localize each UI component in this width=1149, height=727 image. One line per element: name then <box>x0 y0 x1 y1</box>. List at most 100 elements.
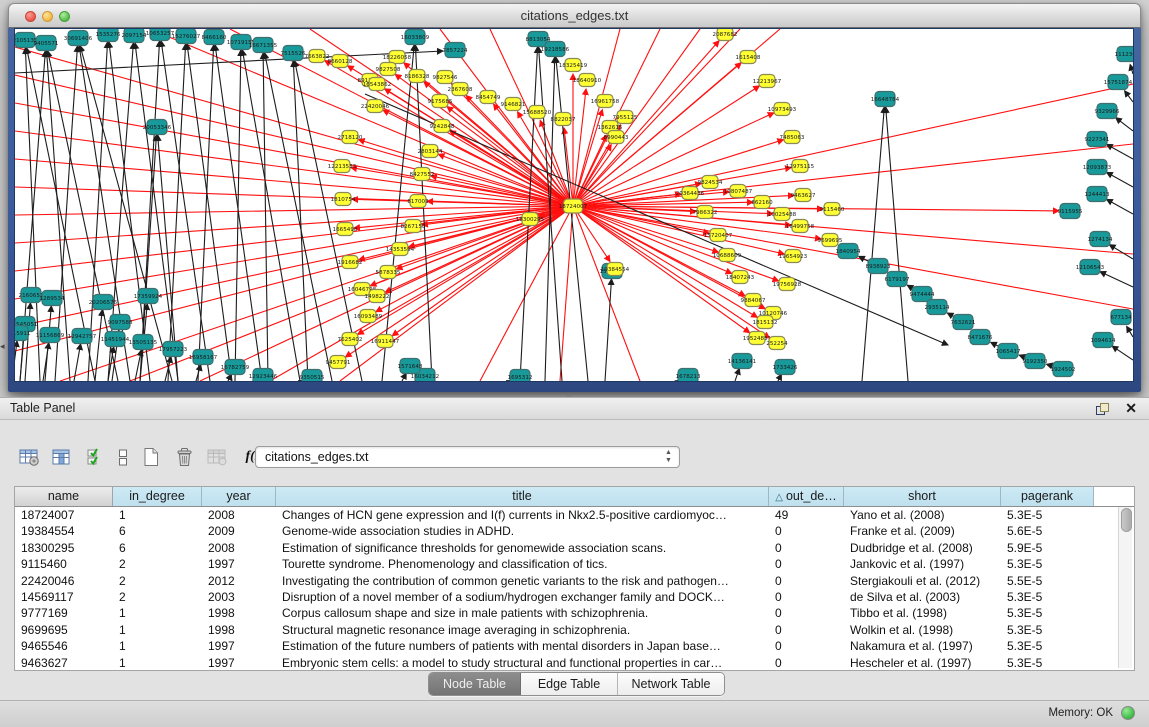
table-cell[interactable]: 9465546 <box>15 638 113 654</box>
left-splitter-arrow-icon[interactable]: ◂ <box>0 341 5 352</box>
table-cell[interactable]: 0 <box>769 556 844 572</box>
table-cell[interactable]: 1997 <box>202 655 276 671</box>
table-cell[interactable]: 1997 <box>202 638 276 654</box>
table-cell[interactable]: 9699695 <box>15 622 113 638</box>
table-row[interactable]: 1872400712008Changes of HCN gene express… <box>15 507 1134 523</box>
table-cell[interactable]: 5.3E-5 <box>1001 655 1094 671</box>
table-cell[interactable]: 19384554 <box>15 523 113 539</box>
table-cell[interactable]: 9463627 <box>15 655 113 671</box>
table-cell[interactable]: Yano et al. (2008) <box>844 507 1001 523</box>
table-cell[interactable]: 18300295 <box>15 540 113 556</box>
table-cell[interactable]: 0 <box>769 622 844 638</box>
table-cell[interactable]: 18724007 <box>15 507 113 523</box>
table-cell[interactable]: 2 <box>113 589 202 605</box>
tab-network-table[interactable]: Network Table <box>618 673 724 695</box>
row-height-icon[interactable] <box>117 447 129 467</box>
table-cell[interactable]: 0 <box>769 523 844 539</box>
table-vertical-scrollbar[interactable] <box>1118 507 1132 668</box>
close-panel-icon[interactable]: ✕ <box>1125 400 1137 417</box>
table-cell[interactable]: 1998 <box>202 622 276 638</box>
table-cell[interactable]: Dudbridge et al. (2008) <box>844 540 1001 556</box>
table-cell[interactable]: 1 <box>113 507 202 523</box>
table-cell[interactable]: 2008 <box>202 507 276 523</box>
table-cell[interactable]: 0 <box>769 573 844 589</box>
table-cell[interactable]: 5.3E-5 <box>1001 556 1094 572</box>
table-row[interactable]: 1830029562008Estimation of significance … <box>15 540 1134 556</box>
table-cell[interactable]: 1997 <box>202 556 276 572</box>
table-cell[interactable]: 6 <box>113 540 202 556</box>
table-selector-dropdown[interactable]: citations_edges.txt ▲▼ <box>255 446 680 468</box>
scrollbar-thumb[interactable] <box>1121 508 1132 532</box>
column-header-in_degree[interactable]: in_degree <box>113 487 202 506</box>
table-cell[interactable]: Jankovic et al. (1997) <box>844 556 1001 572</box>
table-cell[interactable]: Stergiakouli et al. (2012) <box>844 573 1001 589</box>
table-cell[interactable]: 2012 <box>202 573 276 589</box>
table-cell[interactable]: de Silva et al. (2003) <box>844 589 1001 605</box>
table-cell[interactable]: 0 <box>769 605 844 621</box>
table-cell[interactable]: 1 <box>113 655 202 671</box>
table-cell[interactable]: 5.6E-5 <box>1001 523 1094 539</box>
table-cell[interactable]: Franke et al. (2009) <box>844 523 1001 539</box>
table-row[interactable]: 2242004622012Investigating the contribut… <box>15 573 1134 589</box>
table-cell[interactable]: Estimation of significance thresholds fo… <box>276 540 769 556</box>
table-cell[interactable]: 49 <box>769 507 844 523</box>
table-row[interactable]: 977716911998Corpus callosum shape and si… <box>15 605 1134 621</box>
table-cell[interactable]: 5.3E-5 <box>1001 638 1094 654</box>
table-cell[interactable]: Disruption of a novel member of a sodium… <box>276 589 769 605</box>
table-cell[interactable]: 2008 <box>202 540 276 556</box>
table-cell[interactable]: Investigating the contribution of common… <box>276 573 769 589</box>
table-cell[interactable]: 5.5E-5 <box>1001 573 1094 589</box>
table-cell[interactable]: 5.3E-5 <box>1001 589 1094 605</box>
table-row[interactable]: 1456911722003Disruption of a novel membe… <box>15 589 1134 605</box>
panel-splitter-handle[interactable]: ▵ <box>567 390 571 399</box>
table-row[interactable]: 969969511998Structural magnetic resonanc… <box>15 622 1134 638</box>
table-cell[interactable]: Corpus callosum shape and size in male p… <box>276 605 769 621</box>
column-header-short[interactable]: short <box>844 487 1001 506</box>
tab-edge-table[interactable]: Edge Table <box>521 673 618 695</box>
table-cell[interactable]: 9115460 <box>15 556 113 572</box>
table-cell[interactable]: 1 <box>113 605 202 621</box>
table-cell[interactable]: 2 <box>113 573 202 589</box>
table-cell[interactable]: 5.3E-5 <box>1001 605 1094 621</box>
table-cell[interactable]: 1 <box>113 622 202 638</box>
delete-table-icon[interactable] <box>173 447 195 467</box>
table-cell[interactable]: 9777169 <box>15 605 113 621</box>
table-cell[interactable]: 2 <box>113 556 202 572</box>
table-cell[interactable]: 5.9E-5 <box>1001 540 1094 556</box>
table-cell[interactable]: 0 <box>769 638 844 654</box>
float-panel-icon[interactable] <box>1096 403 1109 415</box>
table-cell[interactable]: 5.3E-5 <box>1001 622 1094 638</box>
column-header-name[interactable]: name <box>15 487 113 506</box>
table-cell[interactable]: Tourette syndrome. Phenomenology and cla… <box>276 556 769 572</box>
window-titlebar[interactable]: citations_edges.txt <box>8 3 1141 28</box>
table-settings-icon[interactable] <box>18 447 40 467</box>
column-header-year[interactable]: year <box>202 487 276 506</box>
table-cell[interactable]: Structural magnetic resonance image aver… <box>276 622 769 638</box>
select-columns-icon[interactable] <box>84 447 106 467</box>
table-cell[interactable]: Wolkin et al. (1998) <box>844 622 1001 638</box>
table-cell[interactable]: Tibbo et al. (1998) <box>844 605 1001 621</box>
table-cell[interactable]: 22420046 <box>15 573 113 589</box>
table-cell[interactable]: 1 <box>113 638 202 654</box>
table-cell[interactable]: Embryonic stem cells: a model to study s… <box>276 655 769 671</box>
network-canvas[interactable]: 1872400721051359405571306914061535276209… <box>15 29 1133 381</box>
column-header-pagerank[interactable]: pagerank <box>1001 487 1094 506</box>
table-row[interactable]: 1938455462009Genome-wide association stu… <box>15 523 1134 539</box>
table-cell[interactable]: 1998 <box>202 605 276 621</box>
table-cell[interactable]: Hescheler et al. (1997) <box>844 655 1001 671</box>
table-cell[interactable]: Nakamura et al. (1997) <box>844 638 1001 654</box>
table-cell[interactable]: 5.3E-5 <box>1001 507 1094 523</box>
table-cell[interactable]: 2003 <box>202 589 276 605</box>
table-row[interactable]: 911546021997Tourette syndrome. Phenomeno… <box>15 556 1134 572</box>
show-columns-icon[interactable] <box>51 447 73 467</box>
tab-node-table[interactable]: Node Table <box>429 673 521 695</box>
table-cell[interactable]: Estimation of the future numbers of pati… <box>276 638 769 654</box>
table-cell[interactable]: Genome-wide association studies in ADHD. <box>276 523 769 539</box>
column-header-out_de[interactable]: △out_de… <box>769 487 844 506</box>
table-row[interactable]: 946362711997Embryonic stem cells: a mode… <box>15 655 1134 671</box>
new-document-icon[interactable] <box>140 447 162 467</box>
table-cell[interactable]: 6 <box>113 523 202 539</box>
table-cell[interactable]: Changes of HCN gene expression and I(f) … <box>276 507 769 523</box>
table-cell[interactable]: 0 <box>769 655 844 671</box>
table-cell[interactable]: 2009 <box>202 523 276 539</box>
